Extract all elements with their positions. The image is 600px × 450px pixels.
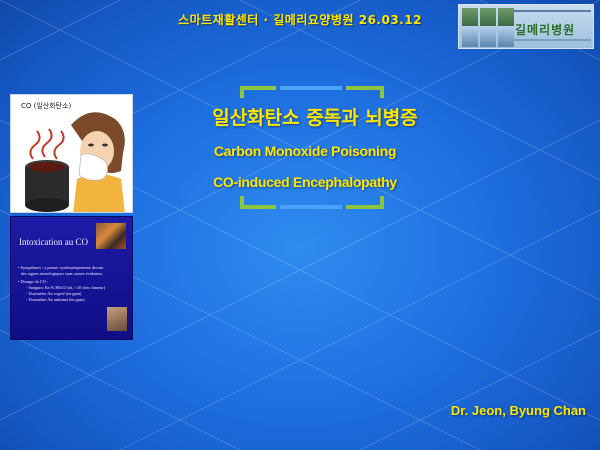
french-slide-image: Intoxication au CO • Symptômes : y pense… <box>10 216 133 340</box>
person-photo <box>107 307 127 331</box>
french-slide-title: Intoxication au CO <box>19 237 88 247</box>
author-name: Dr. Jeon, Byung Chan <box>450 403 586 418</box>
logo-name: 길메리병원 <box>515 23 576 37</box>
title-korean: 일산화탄소 중독과 뇌병증 <box>212 107 418 129</box>
fire-photo <box>96 223 126 249</box>
title-english-2: CO-induced Encephalopathy <box>213 174 397 190</box>
slide: 스마트재활센터 · 길메리요양병원 26.03.12 길메리병원 일산화탄소 중… <box>0 0 600 450</box>
hospital-logo: 길메리병원 <box>458 4 594 49</box>
bullet-line: - Dosimètre Air ambiant (en ppm) <box>26 297 85 302</box>
title-english-1: Carbon Monoxide Poisoning <box>213 143 397 159</box>
french-slide-bullets: • Symptômes : y penser systématiquement … <box>18 265 105 303</box>
co-cartoon-image: CO (일산화탄소) <box>10 94 133 213</box>
bullet-line: des signes neurologiques sans causes évi… <box>21 271 104 276</box>
cartoon-illustration <box>25 112 125 212</box>
